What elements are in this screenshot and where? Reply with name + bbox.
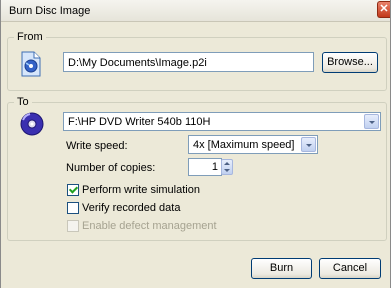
write-speed-value: 4x [Maximum speed] — [193, 139, 295, 151]
from-group: From D:\My Documents\Image.p2i Browse... — [7, 31, 387, 91]
stepper-down-icon[interactable] — [224, 169, 230, 172]
to-group-label: To — [14, 96, 32, 108]
defect-management-checkbox — [67, 220, 79, 232]
browse-button[interactable]: Browse... — [322, 52, 378, 73]
copies-stepper[interactable] — [221, 159, 233, 175]
verify-data-label[interactable]: Verify recorded data — [82, 202, 180, 214]
cd-disc-icon — [20, 112, 44, 136]
write-speed-select[interactable]: 4x [Maximum speed] — [188, 135, 318, 154]
disc-image-file-icon — [21, 51, 41, 77]
chevron-down-icon[interactable] — [301, 137, 316, 152]
write-simulation-label[interactable]: Perform write simulation — [82, 184, 200, 196]
verify-data-checkbox[interactable] — [67, 202, 79, 214]
burn-disc-image-dialog: Burn Disc Image ✕ From D:\My Documents\I… — [0, 0, 391, 288]
burn-button[interactable]: Burn — [251, 258, 312, 279]
source-path-field[interactable]: D:\My Documents\Image.p2i — [63, 52, 314, 72]
defect-management-label: Enable defect management — [82, 220, 217, 232]
window-title: Burn Disc Image — [9, 5, 91, 17]
target-drive-value: F:\HP DVD Writer 540b 110H — [68, 116, 211, 128]
to-group: To F:\HP DVD Writer 540b 110H Write spee… — [7, 96, 387, 241]
from-group-label: From — [14, 31, 46, 43]
target-drive-select[interactable]: F:\HP DVD Writer 540b 110H — [63, 112, 381, 131]
title-bar[interactable]: Burn Disc Image ✕ — [1, 0, 390, 22]
copies-input[interactable]: 1 — [188, 158, 222, 176]
close-icon[interactable]: ✕ — [377, 1, 390, 18]
stepper-up-icon[interactable] — [224, 162, 230, 165]
cancel-button[interactable]: Cancel — [319, 258, 381, 279]
chevron-down-icon[interactable] — [364, 114, 379, 129]
copies-label: Number of copies: — [66, 162, 156, 174]
write-simulation-checkbox[interactable] — [67, 184, 79, 196]
write-speed-label: Write speed: — [66, 140, 128, 152]
